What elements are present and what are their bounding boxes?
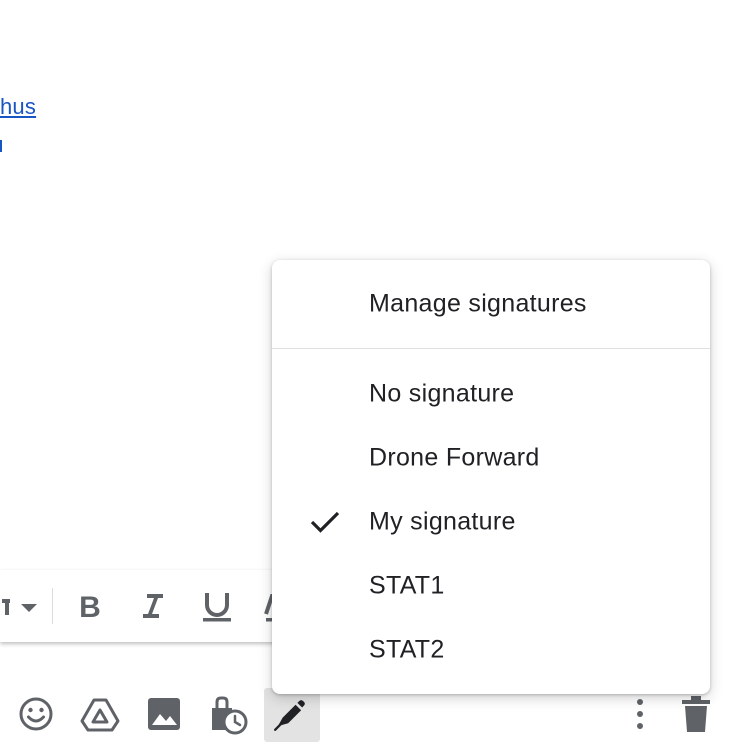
menu-item-label: Drone Forward — [369, 443, 540, 472]
toolbar-separator — [52, 588, 53, 624]
menu-item-label: Manage signatures — [369, 289, 587, 318]
body-link[interactable]: hus — [0, 94, 36, 120]
svg-text:B: B — [79, 591, 101, 624]
bold-icon[interactable]: B — [72, 588, 108, 624]
signature-menu: Manage signatures No signature Drone For… — [272, 260, 710, 694]
delete-icon[interactable] — [670, 688, 722, 740]
menu-item-drone-forward[interactable]: Drone Forward — [272, 434, 710, 482]
emoji-icon[interactable] — [10, 688, 62, 740]
checkmark-icon — [310, 511, 340, 533]
schedule-send-icon[interactable] — [202, 688, 254, 740]
menu-item-label: My signature — [369, 507, 516, 536]
menu-item-manage-signatures[interactable]: Manage signatures — [272, 280, 710, 328]
more-options-icon[interactable] — [614, 688, 666, 740]
underline-icon[interactable] — [199, 588, 235, 624]
menu-item-label: No signature — [369, 379, 515, 408]
menu-item-stat1[interactable]: STAT1 — [272, 562, 710, 610]
formatting-toolbar: B — [0, 570, 300, 642]
insert-photo-icon[interactable] — [138, 688, 190, 740]
italic-icon[interactable] — [135, 588, 171, 624]
signature-pen-icon[interactable] — [264, 688, 320, 742]
text-color-dropdown-icon[interactable] — [2, 588, 38, 624]
menu-divider — [272, 348, 710, 349]
menu-item-label: STAT2 — [369, 635, 445, 664]
menu-item-my-signature[interactable]: My signature — [272, 498, 710, 546]
menu-item-stat2[interactable]: STAT2 — [272, 626, 710, 674]
drive-icon[interactable] — [74, 688, 126, 740]
menu-item-no-signature[interactable]: No signature — [272, 370, 710, 418]
body-link-fragment — [0, 140, 2, 152]
menu-item-label: STAT1 — [369, 571, 445, 600]
